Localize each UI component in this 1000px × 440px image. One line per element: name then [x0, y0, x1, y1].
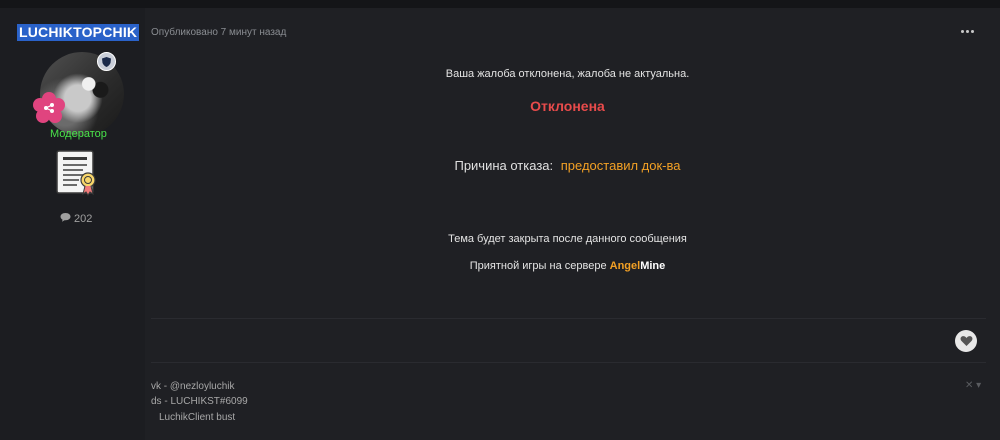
certificate-icon: [54, 148, 100, 196]
author-username[interactable]: LUCHIKTOPCHIK: [17, 24, 140, 41]
top-strip: [0, 0, 1000, 8]
reason-label: Причина отказа:: [454, 158, 554, 173]
server-name: AngelMine: [610, 260, 666, 272]
reason-line: Причина отказа: предоставил док-ва: [145, 158, 990, 173]
post-count[interactable]: 202: [60, 212, 92, 225]
farewell-text: Приятной игры на сервере: [469, 260, 607, 272]
status-text: Отклонена: [530, 98, 605, 114]
reason-value: предоставил док-ва: [560, 158, 681, 173]
signature-line-ds: ds - LUCHIKST#6099: [151, 396, 248, 407]
hide-signature-icon[interactable]: ✕ ▾: [965, 380, 981, 391]
topic-close-text: Тема будет закрыта после данного сообщен…: [448, 233, 687, 245]
shield-icon: [97, 52, 116, 71]
comment-icon: [60, 212, 71, 225]
signature-line-vk: vk - @nezloyluchik: [151, 381, 235, 392]
post-divider: [151, 318, 986, 319]
post-count-value: 202: [74, 212, 93, 225]
server-name-part1: Angel: [609, 260, 641, 272]
more-options-icon[interactable]: [956, 24, 978, 38]
complaint-rejected-text: Ваша жалоба отклонена, жалоба не актуаль…: [445, 68, 690, 80]
flower-badge-icon: [33, 92, 65, 124]
author-rank: Модератор: [50, 128, 107, 140]
signature-line-client: LuchikClient bust: [159, 412, 236, 423]
signature-divider: [151, 362, 986, 363]
heart-icon: [960, 336, 972, 346]
server-name-part2: Mine: [640, 260, 666, 272]
like-button[interactable]: [955, 330, 977, 352]
post-date[interactable]: Опубликовано 7 минут назад: [151, 27, 286, 38]
farewell-line: Приятной игры на сервере AngelMine: [145, 260, 990, 272]
